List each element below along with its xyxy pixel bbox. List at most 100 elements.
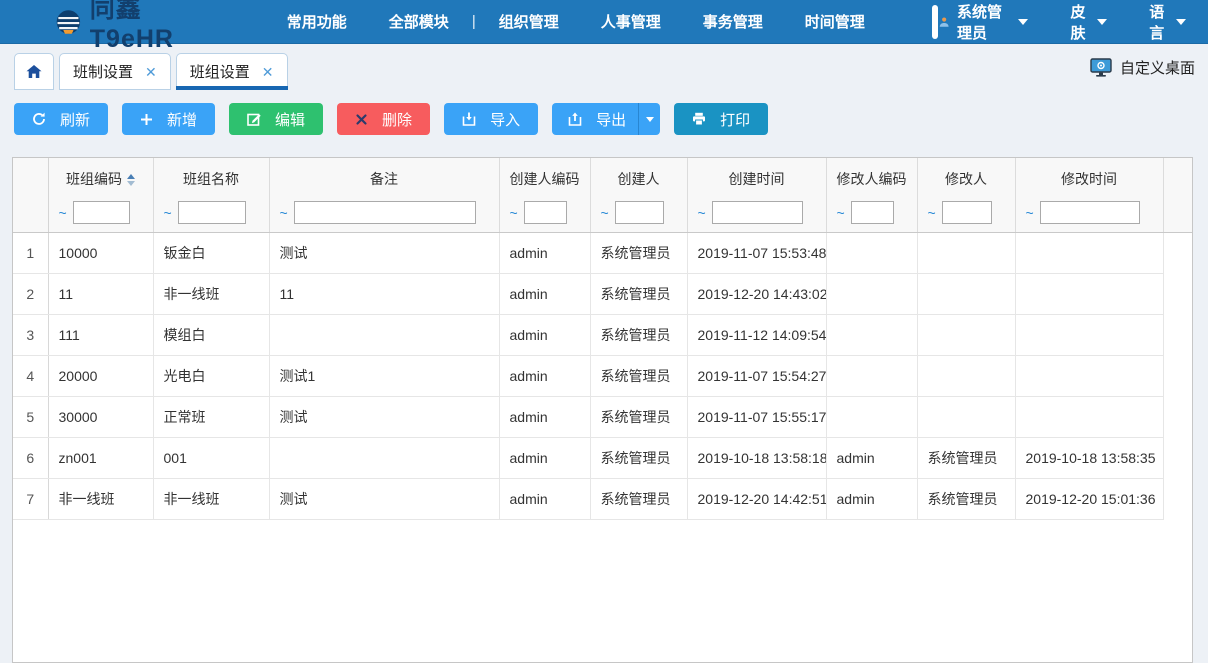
cell-modify_time[interactable] [1015,273,1163,314]
cell-name[interactable]: 001 [153,437,269,478]
cell-modifier[interactable] [917,396,1015,437]
row-number-cell[interactable]: 5 [13,396,48,437]
cell-creator_code[interactable]: admin [499,314,590,355]
filter-input-creator[interactable] [615,201,664,224]
cell-modify_time[interactable] [1015,314,1163,355]
cell-modifier[interactable] [917,355,1015,396]
top-menu-item-0[interactable]: 常用功能 [287,11,347,32]
cell-name[interactable]: 钣金白 [153,232,269,273]
row-number-cell[interactable]: 4 [13,355,48,396]
tab-home[interactable] [14,53,54,90]
cell-remark[interactable] [269,314,499,355]
cell-creator_code[interactable]: admin [499,478,590,519]
cell-modify_time[interactable] [1015,232,1163,273]
cell-creator_code[interactable]: admin [499,355,590,396]
cell-modifier_code[interactable] [826,232,917,273]
filter-input-name[interactable] [178,201,246,224]
edit-button[interactable]: 编辑 [229,103,323,135]
language-menu[interactable]: 语言 [1149,1,1186,43]
sort-icon[interactable] [127,174,135,186]
refresh-button[interactable]: 刷新 [14,103,108,135]
table-row[interactable]: 3111模组白admin系统管理员2019-11-12 14:09:54 [13,314,1192,355]
cell-code[interactable]: 10000 [48,232,153,273]
cell-code[interactable]: 111 [48,314,153,355]
tab-close-icon[interactable]: ✕ [262,65,274,79]
cell-modifier[interactable] [917,273,1015,314]
top-menu-item-6[interactable]: 时间管理 [805,11,865,32]
cell-code[interactable]: zn001 [48,437,153,478]
cell-modifier[interactable]: 系统管理员 [917,478,1015,519]
cell-remark[interactable]: 11 [269,273,499,314]
cell-remark[interactable]: 测试 [269,396,499,437]
tab-0[interactable]: 班制设置✕ [59,53,171,90]
table-row[interactable]: 211非一线班11admin系统管理员2019-12-20 14:43:02 [13,273,1192,314]
cell-modifier_code[interactable] [826,355,917,396]
cell-code[interactable]: 非一线班 [48,478,153,519]
table-row[interactable]: 6zn001001admin系统管理员2019-10-18 13:58:18ad… [13,437,1192,478]
cell-name[interactable]: 非一线班 [153,478,269,519]
cell-code[interactable]: 11 [48,273,153,314]
cell-create_time[interactable]: 2019-11-07 15:53:48 [687,232,826,273]
cell-name[interactable]: 模组白 [153,314,269,355]
cell-creator[interactable]: 系统管理员 [590,437,687,478]
top-menu-item-5[interactable]: 事务管理 [703,11,763,32]
table-row[interactable]: 530000正常班测试admin系统管理员2019-11-07 15:55:17 [13,396,1192,437]
cell-create_time[interactable]: 2019-11-07 15:55:17 [687,396,826,437]
cell-creator[interactable]: 系统管理员 [590,396,687,437]
cell-creator_code[interactable]: admin [499,232,590,273]
import-button[interactable]: 导入 [444,103,538,135]
cell-creator_code[interactable]: admin [499,396,590,437]
skin-menu[interactable]: 皮肤 [1070,1,1107,43]
top-menu-item-1[interactable]: 全部模块 [389,11,449,32]
export-main-segment[interactable]: 导出 [552,103,638,135]
cell-name[interactable]: 正常班 [153,396,269,437]
cell-modifier_code[interactable]: admin [826,478,917,519]
row-number-cell[interactable]: 6 [13,437,48,478]
cell-creator[interactable]: 系统管理员 [590,314,687,355]
cell-creator[interactable]: 系统管理员 [590,355,687,396]
cell-name[interactable]: 非一线班 [153,273,269,314]
cell-modifier_code[interactable]: admin [826,437,917,478]
cell-remark[interactable] [269,437,499,478]
filter-input-modifier_code[interactable] [851,201,894,224]
cell-modifier_code[interactable] [826,396,917,437]
table-row[interactable]: 7非一线班非一线班测试admin系统管理员2019-12-20 14:42:51… [13,478,1192,519]
filter-input-create_time[interactable] [712,201,803,224]
filter-input-code[interactable] [73,201,130,224]
cell-modifier_code[interactable] [826,273,917,314]
cell-modifier[interactable] [917,314,1015,355]
export-dropdown-toggle[interactable] [638,103,660,135]
cell-creator[interactable]: 系统管理员 [590,273,687,314]
cell-name[interactable]: 光电白 [153,355,269,396]
cell-modify_time[interactable]: 2019-10-18 13:58:35 [1015,437,1163,478]
tab-1[interactable]: 班组设置✕ [176,53,288,90]
cell-remark[interactable]: 测试1 [269,355,499,396]
table-row[interactable]: 110000钣金白测试admin系统管理员2019-11-07 15:53:48 [13,232,1192,273]
cell-create_time[interactable]: 2019-12-20 14:42:51 [687,478,826,519]
filter-input-creator_code[interactable] [524,201,567,224]
column-header-code[interactable]: 班组编码 [48,158,153,194]
cell-creator[interactable]: 系统管理员 [590,478,687,519]
row-number-cell[interactable]: 1 [13,232,48,273]
row-number-cell[interactable]: 7 [13,478,48,519]
cell-modify_time[interactable]: 2019-12-20 15:01:36 [1015,478,1163,519]
cell-creator[interactable]: 系统管理员 [590,232,687,273]
row-number-cell[interactable]: 3 [13,314,48,355]
filter-input-remark[interactable] [294,201,476,224]
row-number-cell[interactable]: 2 [13,273,48,314]
print-button[interactable]: 打印 [674,103,768,135]
table-row[interactable]: 420000光电白测试1admin系统管理员2019-11-07 15:54:2… [13,355,1192,396]
cell-code[interactable]: 30000 [48,396,153,437]
add-button[interactable]: 新增 [122,103,215,135]
delete-button[interactable]: 删除 [337,103,430,135]
top-menu-item-4[interactable]: 人事管理 [601,11,661,32]
cell-create_time[interactable]: 2019-10-18 13:58:18 [687,437,826,478]
tab-close-icon[interactable]: ✕ [145,65,157,79]
cell-create_time[interactable]: 2019-11-07 15:54:27 [687,355,826,396]
cell-modify_time[interactable] [1015,396,1163,437]
filter-input-modify_time[interactable] [1040,201,1140,224]
cell-creator_code[interactable]: admin [499,437,590,478]
cell-creator_code[interactable]: admin [499,273,590,314]
cell-remark[interactable]: 测试 [269,232,499,273]
cell-modify_time[interactable] [1015,355,1163,396]
